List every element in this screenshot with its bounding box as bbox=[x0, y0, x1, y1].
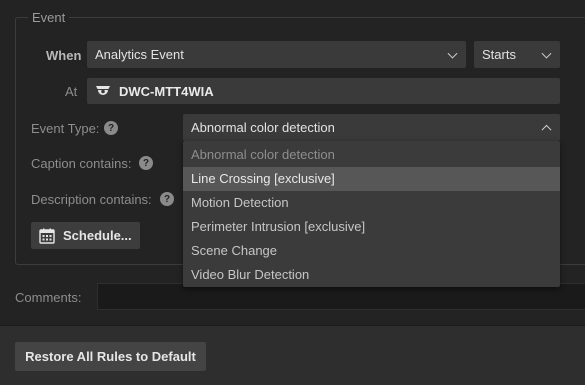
caption-label: Caption contains: bbox=[31, 156, 132, 171]
starts-select-value: Starts bbox=[482, 47, 516, 62]
dropdown-option[interactable]: Motion Detection bbox=[183, 191, 560, 215]
when-select-value: Analytics Event bbox=[95, 47, 184, 62]
help-icon[interactable]: ? bbox=[160, 192, 174, 206]
dropdown-option[interactable]: Video Blur Detection bbox=[183, 263, 560, 287]
help-icon[interactable]: ? bbox=[104, 121, 118, 135]
when-select[interactable]: Analytics Event bbox=[87, 41, 466, 68]
comments-input[interactable] bbox=[97, 283, 585, 310]
calendar-icon bbox=[39, 228, 55, 244]
event-type-select[interactable]: Abnormal color detection bbox=[183, 114, 560, 141]
camera-icon bbox=[96, 86, 110, 95]
schedule-button-label: Schedule... bbox=[63, 228, 132, 243]
restore-defaults-label: Restore All Rules to Default bbox=[25, 349, 196, 364]
event-type-label: Event Type: bbox=[31, 121, 100, 136]
chevron-down-icon bbox=[541, 48, 552, 59]
dropdown-option[interactable]: Scene Change bbox=[183, 239, 560, 263]
at-label: At bbox=[65, 84, 78, 99]
help-icon[interactable]: ? bbox=[139, 156, 153, 170]
dropdown-option[interactable]: Perimeter Intrusion [exclusive] bbox=[183, 215, 560, 239]
event-legend: Event bbox=[28, 10, 70, 25]
restore-defaults-button[interactable]: Restore All Rules to Default bbox=[15, 342, 206, 371]
dropdown-option[interactable]: Abnormal color detection bbox=[183, 143, 560, 167]
at-camera-value: DWC-MTT4WIA bbox=[119, 83, 214, 99]
comments-label: Comments: bbox=[15, 290, 82, 305]
event-type-select-value: Abnormal color detection bbox=[191, 120, 335, 135]
event-type-dropdown: Abnormal color detection Line Crossing [… bbox=[183, 141, 560, 287]
at-camera-field: DWC-MTT4WIA bbox=[87, 78, 560, 104]
dropdown-option[interactable]: Line Crossing [exclusive] bbox=[183, 167, 560, 191]
chevron-up-icon bbox=[541, 124, 552, 135]
when-label: When bbox=[46, 48, 82, 63]
starts-select[interactable]: Starts bbox=[474, 41, 560, 68]
description-label: Description contains: bbox=[31, 192, 152, 207]
chevron-down-icon bbox=[447, 48, 458, 59]
schedule-button[interactable]: Schedule... bbox=[31, 222, 140, 249]
